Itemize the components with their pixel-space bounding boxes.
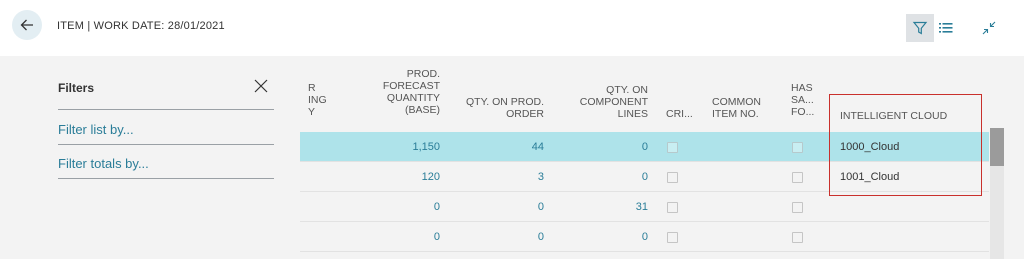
divider	[58, 178, 274, 179]
filter-pane-toggle-button[interactable]	[906, 14, 934, 42]
column-header-prod-forecast-quantity[interactable]: PROD. FORECAST QUANTITY (BASE)	[370, 68, 440, 116]
qty-on-component-lines-cell[interactable]: 31	[600, 201, 648, 213]
column-header-has-sales-forecast[interactable]: HAS SA... FO...	[791, 82, 814, 118]
collapse-arrows-icon	[982, 21, 996, 35]
column-header-qty-on-component-lines[interactable]: QTY. ON COMPONENT LINES	[560, 84, 648, 120]
column-header-line: LINES	[617, 108, 648, 120]
column-header-line: QUANTITY	[386, 92, 440, 104]
critical-checkbox[interactable]	[667, 142, 678, 153]
table-row[interactable]: 0 0 31	[300, 192, 989, 222]
qty-on-component-lines-cell[interactable]: 0	[600, 171, 648, 183]
prod-forecast-quantity-cell[interactable]: 0	[370, 201, 440, 213]
column-header-line: SA...	[791, 94, 814, 106]
column-header-line: HAS	[791, 82, 813, 94]
intelligent-cloud-column-highlight	[829, 94, 982, 196]
column-header-line: (BASE)	[404, 104, 440, 116]
divider	[58, 109, 274, 110]
column-header-line: COMMON	[712, 96, 761, 108]
filter-pane: Filters Filter list by... Filter totals …	[58, 56, 274, 259]
filter-list-by-link[interactable]: Filter list by...	[58, 122, 134, 137]
column-header-common-item-no[interactable]: COMMON ITEM NO.	[712, 96, 761, 120]
prod-forecast-quantity-cell[interactable]: 1,150	[370, 141, 440, 153]
column-header-critical[interactable]: CRI...	[666, 108, 693, 120]
back-button[interactable]	[12, 10, 42, 40]
funnel-icon	[912, 21, 928, 35]
column-header-line: FO...	[791, 106, 815, 118]
scrollbar-thumb[interactable]	[990, 128, 1004, 166]
prod-forecast-quantity-cell[interactable]: 120	[370, 171, 440, 183]
show-as-list-button[interactable]	[935, 14, 957, 42]
prod-forecast-quantity-cell[interactable]: 0	[370, 231, 440, 243]
divider	[58, 144, 274, 145]
has-sales-forecast-checkbox[interactable]	[792, 142, 803, 153]
column-header-partial[interactable]: R ING Y	[308, 82, 327, 118]
filters-title: Filters	[58, 81, 95, 95]
qty-on-component-lines-cell[interactable]: 0	[600, 141, 648, 153]
page-header: ITEM | WORK DATE: 28/01/2021	[0, 0, 1024, 56]
qty-on-prod-order-cell[interactable]: 44	[490, 141, 544, 153]
column-header-line: CRI...	[666, 108, 693, 120]
filter-totals-by-link[interactable]: Filter totals by...	[58, 156, 149, 171]
table-row[interactable]: 0 0 0	[300, 222, 989, 252]
has-sales-forecast-checkbox[interactable]	[792, 202, 803, 213]
critical-checkbox[interactable]	[667, 172, 678, 183]
close-icon[interactable]	[254, 79, 268, 93]
column-header-line: QTY. ON PROD.	[466, 96, 544, 108]
column-header-qty-on-prod-order[interactable]: QTY. ON PROD. ORDER	[460, 96, 544, 120]
has-sales-forecast-checkbox[interactable]	[792, 172, 803, 183]
column-header-line: ING	[308, 94, 327, 106]
critical-checkbox[interactable]	[667, 232, 678, 243]
qty-on-prod-order-cell[interactable]: 0	[490, 231, 544, 243]
column-header-line: PROD.	[406, 68, 440, 80]
column-header-line: FORECAST	[382, 80, 440, 92]
has-sales-forecast-checkbox[interactable]	[792, 232, 803, 243]
column-header-line: R	[308, 82, 316, 94]
column-header-line: ITEM NO.	[712, 108, 759, 120]
list-icon	[939, 23, 953, 33]
critical-checkbox[interactable]	[667, 202, 678, 213]
column-header-line: QTY. ON	[606, 84, 648, 96]
column-header-line: COMPONENT	[579, 96, 648, 108]
column-header-line: Y	[308, 106, 316, 118]
qty-on-prod-order-cell[interactable]: 0	[490, 201, 544, 213]
page-title: ITEM | WORK DATE: 28/01/2021	[57, 20, 225, 32]
arrow-left-icon	[20, 19, 33, 31]
qty-on-prod-order-cell[interactable]: 3	[490, 171, 544, 183]
qty-on-component-lines-cell[interactable]: 0	[600, 231, 648, 243]
column-header-line: ORDER	[506, 108, 544, 120]
collapse-button[interactable]	[977, 16, 1001, 40]
